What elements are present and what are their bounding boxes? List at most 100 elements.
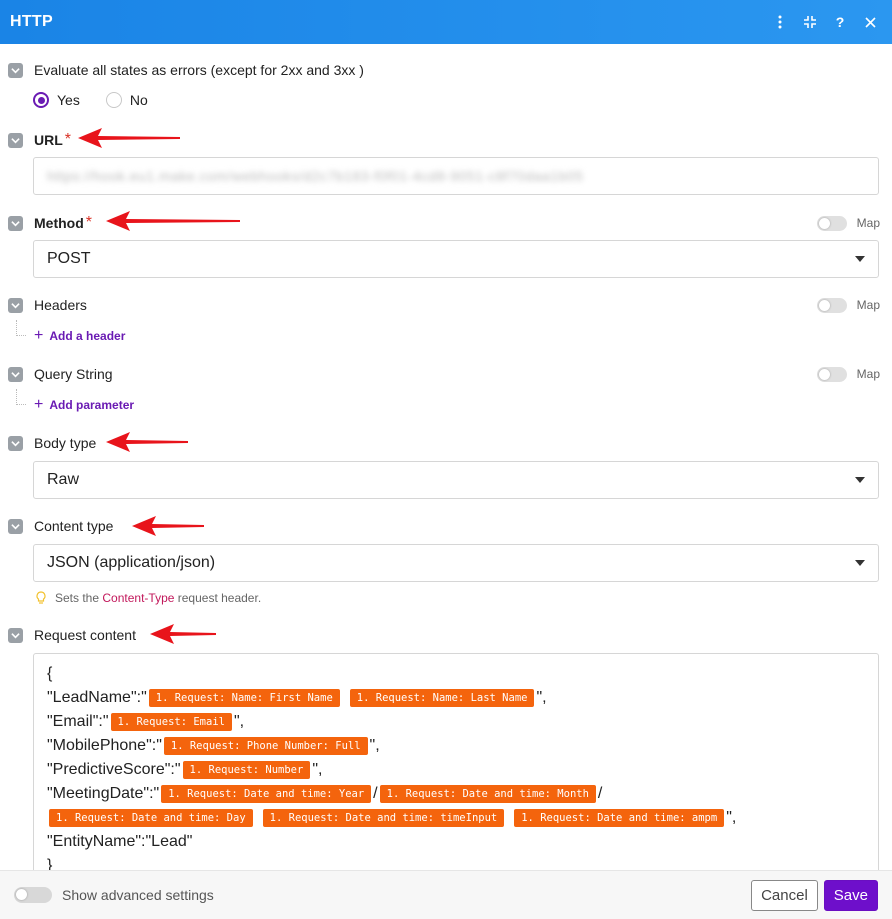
json-key: "Email":"	[47, 713, 109, 730]
plus-icon: +	[34, 327, 44, 344]
json-punct: ",	[369, 737, 380, 754]
radio-no[interactable]	[105, 92, 122, 108]
map-label: Map	[856, 367, 880, 381]
dropdown-arrow-icon	[855, 560, 865, 566]
collapse-checkbox-icon[interactable]	[8, 435, 23, 451]
add-parameter-button[interactable]: + Add parameter	[34, 396, 134, 414]
editor-line: "Email":" 1. Request: Email ",	[47, 710, 865, 734]
headers-map-toggle[interactable]: Map	[816, 297, 880, 313]
mapped-variable-pill[interactable]: 1. Request: Phone Number: Full	[163, 737, 368, 755]
json-punct: /	[373, 785, 378, 802]
request-content-editor[interactable]: { "LeadName":" 1. Request: Name: First N…	[33, 653, 879, 870]
dropdown-arrow-icon	[855, 477, 865, 483]
editor-line: "MeetingDate":" 1. Request: Date and tim…	[47, 782, 865, 806]
mapped-variable-pill[interactable]: 1. Request: Date and time: timeInput	[262, 809, 505, 827]
headers-row: Headers Map	[8, 297, 880, 313]
annotation-arrow-icon	[78, 128, 180, 148]
hint-code: Content-Type	[102, 591, 175, 605]
json-brace: }	[47, 857, 53, 870]
editor-line: {	[47, 662, 865, 686]
collapse-checkbox-icon[interactable]	[8, 215, 23, 231]
evaluate-row: Evaluate all states as errors (except fo…	[8, 62, 880, 78]
collapse-checkbox-icon[interactable]	[8, 627, 23, 643]
radio-no-label: No	[129, 92, 148, 108]
json-key: "EntityName":"Lead"	[47, 833, 193, 850]
dialog-title: HTTP	[10, 13, 53, 30]
toggle-switch[interactable]	[816, 297, 847, 313]
method-map-toggle[interactable]: Map	[816, 215, 880, 231]
query-label: Query String	[34, 366, 113, 382]
radio-yes-label: Yes	[57, 92, 80, 108]
collapse-checkbox-icon[interactable]	[8, 62, 23, 78]
mapped-variable-pill[interactable]: 1. Request: Name: First Name	[148, 689, 340, 707]
collapse-checkbox-icon[interactable]	[8, 132, 23, 148]
footer-buttons: Cancel Save	[751, 879, 878, 911]
collapse-checkbox-icon[interactable]	[8, 518, 23, 534]
mapped-variable-pill[interactable]: 1. Request: Date and time: Month	[379, 785, 596, 803]
advanced-settings-label: Show advanced settings	[62, 887, 214, 903]
add-header-button[interactable]: + Add a header	[34, 327, 125, 345]
method-select[interactable]: POST	[33, 240, 879, 278]
method-value: POST	[47, 250, 91, 267]
map-label: Map	[856, 298, 880, 312]
dialog-body: Evaluate all states as errors (except fo…	[0, 44, 892, 870]
mapped-variable-pill[interactable]: 1. Request: Name: Last Name	[349, 689, 535, 707]
request-content-row: Request content	[8, 627, 880, 643]
body-type-select[interactable]: Raw	[33, 461, 879, 499]
help-icon[interactable]: ?	[834, 14, 846, 30]
tree-connector	[16, 320, 26, 336]
hint-suffix: request header.	[174, 591, 262, 605]
mapped-variable-pill[interactable]: 1. Request: Email	[110, 713, 232, 731]
add-header-label: Add a header	[49, 329, 126, 343]
close-icon[interactable]	[864, 14, 876, 30]
cancel-button[interactable]: Cancel	[751, 879, 818, 911]
collapse-checkbox-icon[interactable]	[8, 366, 23, 382]
add-parameter-label: Add parameter	[49, 398, 135, 412]
toggle-switch[interactable]	[816, 215, 847, 231]
query-row: Query String Map	[8, 366, 880, 382]
required-marker: *	[64, 131, 72, 148]
annotation-arrow-icon	[132, 516, 204, 536]
mapped-variable-pill[interactable]: 1. Request: Number	[182, 761, 311, 779]
radio-yes[interactable]	[33, 92, 49, 108]
evaluate-radio-group: Yes No	[33, 92, 148, 108]
content-type-hint: Sets the Content-Type request header.	[35, 591, 261, 605]
annotation-arrow-icon	[106, 211, 240, 231]
toggle-switch[interactable]	[816, 366, 847, 382]
save-button[interactable]: Save	[823, 879, 878, 911]
editor-line: "MobilePhone":" 1. Request: Phone Number…	[47, 734, 865, 758]
content-type-select[interactable]: JSON (application/json)	[33, 544, 879, 582]
mapped-variable-pill[interactable]: 1. Request: Date and time: Day	[49, 809, 253, 827]
collapse-checkbox-icon[interactable]	[8, 297, 23, 313]
hint-prefix: Sets the	[55, 591, 103, 605]
tree-connector	[16, 389, 26, 405]
json-punct: /	[597, 785, 603, 802]
json-key: "MobilePhone":"	[47, 737, 162, 754]
map-label: Map	[856, 216, 880, 230]
plus-icon: +	[34, 396, 44, 413]
method-label: Method	[34, 215, 84, 231]
editor-line: 1. Request: Date and time: Day 1. Reques…	[47, 806, 865, 830]
collapse-icon[interactable]	[804, 14, 816, 30]
mapped-variable-pill[interactable]: 1. Request: Date and time: ampm	[514, 809, 725, 827]
editor-line: "EntityName":"Lead"	[47, 830, 865, 854]
json-key: "MeetingDate":"	[47, 785, 160, 802]
mapped-variable-pill[interactable]: 1. Request: Date and time: Year	[161, 785, 372, 803]
request-content-label: Request content	[34, 627, 136, 643]
headers-label: Headers	[34, 297, 87, 313]
advanced-settings-toggle[interactable]: Show advanced settings	[14, 887, 214, 903]
json-punct: ",	[312, 761, 323, 778]
required-marker: *	[85, 214, 92, 231]
url-input[interactable]: https://hook.eu1.make.com/webhooks/d2c7b…	[33, 157, 879, 195]
url-value: https://hook.eu1.make.com/webhooks/d2c7b…	[47, 168, 584, 184]
toggle-switch[interactable]	[14, 887, 52, 903]
editor-line: }	[47, 854, 865, 870]
json-punct: ",	[726, 809, 737, 826]
json-brace: {	[47, 665, 53, 682]
content-type-label: Content type	[34, 518, 114, 534]
query-map-toggle[interactable]: Map	[816, 366, 880, 382]
more-vert-icon[interactable]	[774, 14, 786, 30]
content-type-value: JSON (application/json)	[47, 554, 216, 571]
editor-line: "PredictiveScore":" 1. Request: Number "…	[47, 758, 865, 782]
header-actions: ?	[774, 14, 882, 30]
